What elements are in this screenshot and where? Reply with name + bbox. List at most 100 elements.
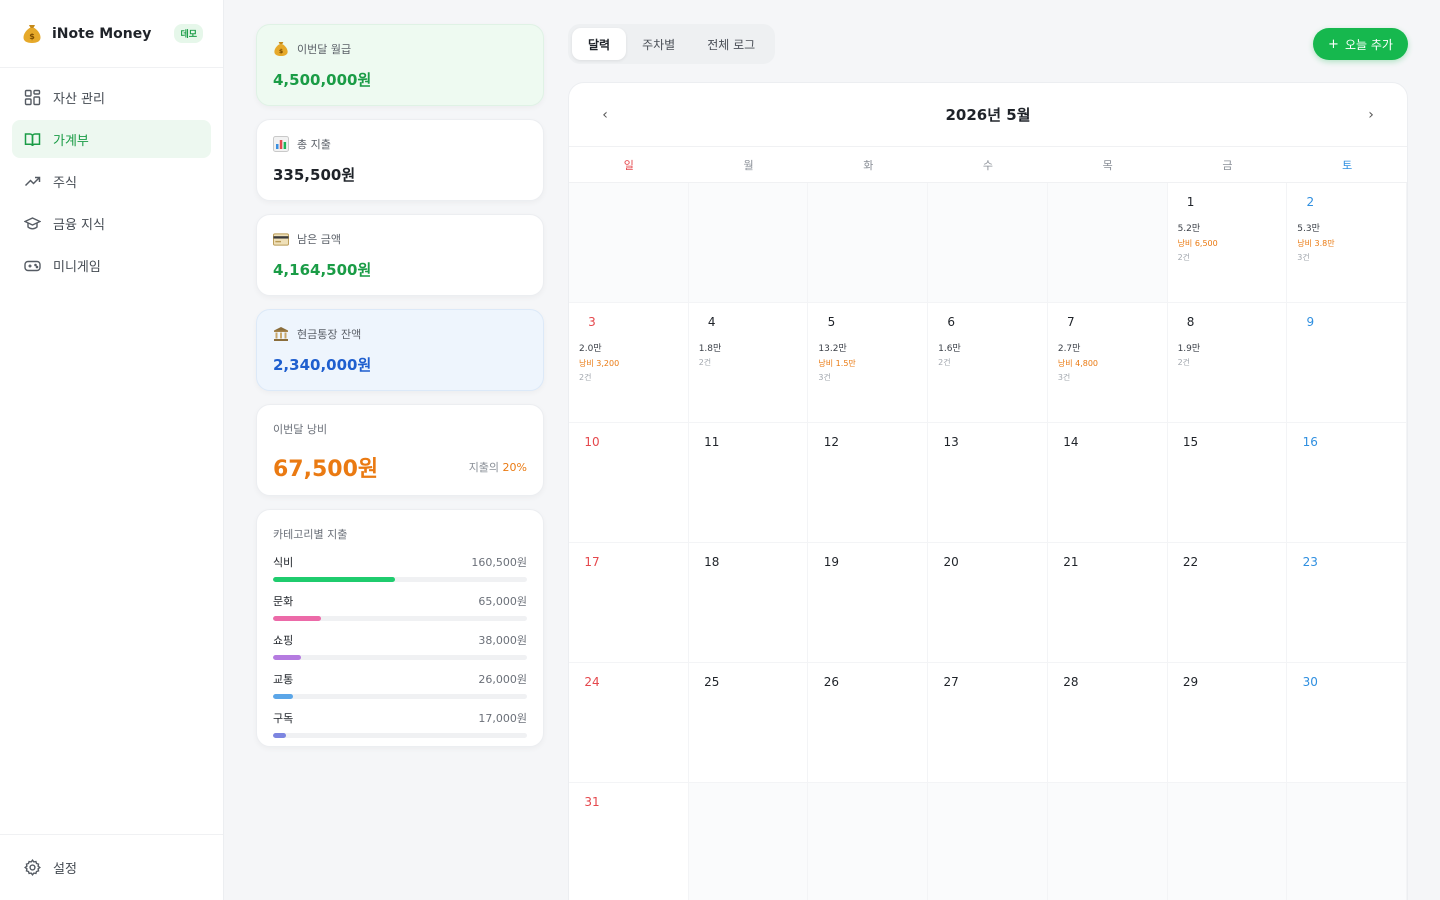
calendar-title: 2026년 5월 — [945, 106, 1031, 124]
sidebar-item-settings[interactable]: 설정 — [0, 834, 223, 900]
day-number: 25 — [704, 675, 720, 689]
calendar-day-cell[interactable]: 11 — [688, 423, 809, 543]
calendar-day-cell[interactable]: 27 — [928, 663, 1048, 783]
calendar-day-cell[interactable]: 10 — [569, 423, 689, 543]
calendar-day-cell[interactable]: 13 — [928, 423, 1048, 543]
grid-icon — [24, 89, 41, 106]
day-number: 9 — [1306, 315, 1315, 329]
sidebar-item-stocks[interactable]: 주식 — [12, 162, 211, 200]
day-number: 15 — [1182, 435, 1199, 449]
gamepad-icon — [24, 257, 41, 274]
gear-icon — [24, 859, 41, 876]
day-number: 20 — [943, 555, 959, 569]
day-total: 1.9만 — [1177, 344, 1201, 354]
category-row: 식비 160,500원 — [273, 554, 527, 582]
calendar-grid: 1 5.2만 낭비 6,500 2건 2 5.3만 낭비 3.8만 3건 3 2.0만 낭비 3,2… — [569, 183, 1407, 900]
calendar-day-cell[interactable]: 24 — [569, 663, 689, 783]
day-number: 3 — [588, 315, 596, 329]
tab-calendar[interactable]: 달력 — [572, 28, 627, 60]
category-name: 쇼핑 — [273, 634, 294, 647]
tab-weekly[interactable]: 주차별 — [626, 28, 691, 60]
salary-label: 이번달 월급 — [297, 43, 352, 56]
category-bar-track — [273, 694, 527, 699]
category-amount: 38,000원 — [478, 634, 527, 647]
bank-icon — [273, 326, 289, 342]
category-bar-fill — [273, 616, 322, 621]
category-title: 카테고리별 지출 — [273, 528, 348, 541]
category-row: 구독 17,000원 — [273, 710, 527, 738]
category-bar-fill — [273, 733, 286, 738]
weekday-label: 금 — [1222, 158, 1233, 172]
weekday-label: 목 — [1102, 158, 1113, 172]
calendar-day-cell[interactable]: 14 — [1047, 423, 1168, 543]
calendar-day-cell[interactable]: 4 1.8만 2건 — [688, 303, 809, 423]
day-count: 3건 — [1057, 373, 1071, 382]
demo-badge: 데모 — [174, 24, 203, 43]
sidebar-item-minigame[interactable]: 미니게임 — [12, 246, 211, 284]
day-number: 22 — [1182, 555, 1199, 569]
calendar-day-cell[interactable]: 9 — [1287, 303, 1407, 423]
day-number: 21 — [1063, 555, 1079, 569]
calendar-day-cell[interactable]: 31 — [569, 783, 689, 900]
waste-ratio-percent: 20% — [502, 461, 527, 474]
sidebar-item-knowledge[interactable]: 금융 지식 — [12, 204, 211, 242]
category-bar-track — [273, 577, 527, 582]
day-number: 19 — [823, 555, 840, 569]
day-count: 2건 — [1177, 253, 1191, 262]
calendar-empty-cell — [1287, 783, 1407, 900]
calendar-day-cell[interactable]: 21 — [1047, 543, 1168, 663]
sidebar-item-label: 주식 — [53, 175, 77, 191]
calendar-day-cell[interactable]: 30 — [1287, 663, 1407, 783]
calendar-day-cell[interactable]: 18 — [688, 543, 809, 663]
day-number: 23 — [1302, 555, 1318, 569]
category-amount: 26,000원 — [478, 673, 527, 686]
calendar-header: ‹ 2026년 5월 › — [569, 83, 1407, 147]
weekday-label: 월 — [743, 158, 754, 172]
calendar-day-cell[interactable]: 26 — [808, 663, 929, 783]
calendar-empty-cell — [928, 183, 1048, 303]
add-today-button[interactable]: + 오늘 추가 — [1313, 28, 1408, 60]
day-number: 18 — [704, 555, 720, 569]
prev-month-button[interactable]: ‹ — [593, 103, 617, 127]
day-total: 2.7만 — [1057, 344, 1081, 354]
calendar-day-cell[interactable]: 22 — [1167, 543, 1288, 663]
day-number: 30 — [1302, 675, 1318, 689]
category-list: 식비 160,500원 문화 65,000원 쇼핑 38,000원 교통 26,000원… — [273, 554, 527, 738]
day-total: 1.6만 — [938, 344, 961, 354]
calendar-day-cell[interactable]: 5 13.2만 낭비 1.5만 3건 — [808, 303, 929, 423]
calendar-day-cell[interactable]: 17 — [569, 543, 689, 663]
calendar-day-cell[interactable]: 29 — [1167, 663, 1288, 783]
calendar-empty-cell — [808, 783, 929, 900]
calendar-day-cell[interactable]: 8 1.9만 2건 — [1167, 303, 1288, 423]
weekday-label: 수 — [982, 158, 994, 172]
calendar-day-cell[interactable]: 12 — [808, 423, 929, 543]
plus-icon: + — [1328, 36, 1339, 52]
calendar-day-cell[interactable]: 2 5.3만 낭비 3.8만 3건 — [1287, 183, 1407, 303]
calendar-day-cell[interactable]: 1 5.2만 낭비 6,500 2건 — [1167, 183, 1288, 303]
cash-label: 현금통장 잔액 — [297, 328, 362, 341]
cash-card: 현금통장 잔액 2,340,000원 — [256, 309, 544, 391]
calendar-day-cell[interactable]: 20 — [928, 543, 1048, 663]
tab-all-log[interactable]: 전체 로그 — [691, 28, 771, 60]
sidebar-item-assets[interactable]: 자산 관리 — [12, 78, 211, 116]
waste-label: 이번달 낭비 — [273, 423, 328, 436]
day-number: 29 — [1182, 675, 1199, 689]
bar-chart-icon — [273, 136, 289, 152]
calendar-day-cell[interactable]: 16 — [1287, 423, 1407, 543]
calendar-day-cell[interactable]: 19 — [808, 543, 929, 663]
calendar-day-cell[interactable]: 15 — [1167, 423, 1288, 543]
calendar-day-cell[interactable]: 6 1.6만 2건 — [928, 303, 1048, 423]
calendar-day-cell[interactable]: 28 — [1047, 663, 1168, 783]
next-month-button[interactable]: › — [1359, 103, 1383, 127]
calendar-day-cell[interactable]: 23 — [1287, 543, 1407, 663]
category-bar-fill — [273, 694, 294, 699]
calendar-day-cell[interactable]: 3 2.0만 낭비 3,200 2건 — [569, 303, 689, 423]
category-amount: 65,000원 — [478, 595, 527, 608]
brand[interactable]: $ iNote Money 데모 — [0, 0, 223, 68]
calendar-day-cell[interactable]: 7 2.7만 낭비 4,800 3건 — [1047, 303, 1168, 423]
summary-panel: $ 이번달 월급 4,500,000원 총 지출 335,500원 남은 금액 … — [256, 24, 544, 760]
calendar-day-cell[interactable]: 25 — [688, 663, 809, 783]
sidebar-item-budget[interactable]: 가계부 — [12, 120, 211, 158]
category-bar-track — [273, 655, 527, 660]
weekday-label: 토 — [1342, 158, 1353, 172]
